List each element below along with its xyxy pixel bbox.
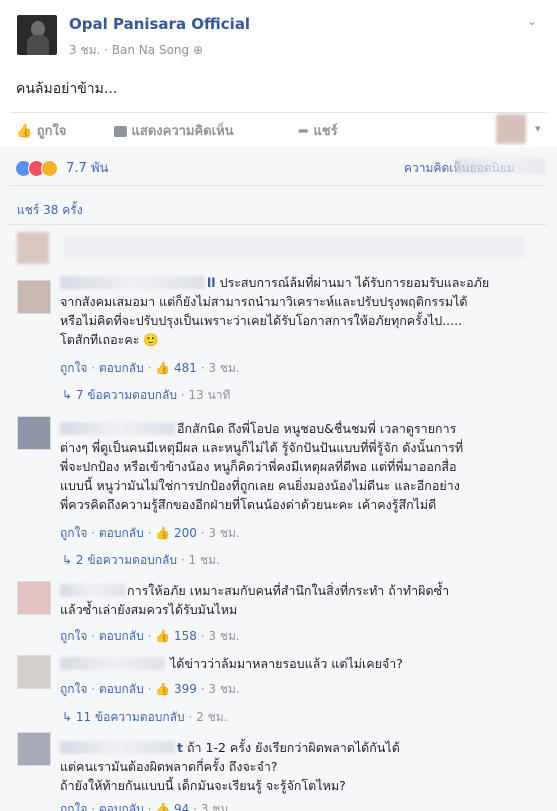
speech-bubble-icon — [114, 126, 127, 137]
thumbs-up-icon: 👍 — [16, 124, 33, 139]
share-arrow-icon: ➦ — [298, 124, 309, 139]
comment-text: ll ประสบการณ์ล้มที่ผ่านมา ได้รับการยอมรั… — [60, 275, 490, 347]
comment-like-button[interactable]: ถูกใจ — [60, 361, 87, 375]
reactions-summary[interactable]: 7.7 พัน — [15, 157, 108, 178]
avatar[interactable] — [17, 581, 51, 615]
reply-arrow-icon: ↳ — [62, 553, 73, 567]
chevron-down-icon[interactable]: ⌄ — [527, 14, 537, 28]
thumbs-up-icon: 👍 — [155, 682, 171, 696]
comment-input[interactable] — [64, 236, 524, 258]
comment-reply-button[interactable]: ตอบกลับ — [99, 682, 144, 696]
post-location[interactable]: Ban Na Song — [112, 43, 189, 57]
avatar — [17, 232, 49, 264]
comment-button[interactable]: แสดงความคิดเห็น — [114, 120, 234, 141]
comment-like-button[interactable]: ถูกใจ — [60, 526, 87, 540]
reply-arrow-icon: ↳ — [62, 388, 73, 402]
like-button[interactable]: 👍 ถูกใจ — [16, 120, 66, 141]
thumbs-up-icon: 👍 — [155, 629, 171, 643]
thumbs-up-icon: 👍 — [155, 361, 171, 375]
comment-text: การให้อภัย เหมาะสมกับคนที่สำนึกในสิ่งที่… — [60, 583, 450, 617]
view-replies-link[interactable]: ↳ 7 ข้อความตอบกลับ · 13 นาที — [62, 386, 230, 405]
avatar[interactable] — [17, 732, 51, 766]
view-replies-link[interactable]: ↳ 2 ข้อความตอบกลับ · 1 ชม. — [62, 551, 220, 570]
comment-like-button[interactable]: ถูกใจ — [60, 802, 87, 811]
comment-time[interactable]: 3 ชม. — [208, 361, 239, 375]
comment-actions: ถูกใจ · ตอบกลับ · 👍 158 · 3 ชม. — [60, 629, 240, 643]
comment-text: อีกสักนิด ถึงพี่โอปอ หนูชอบ&ชื่นชมพี่ เว… — [60, 421, 464, 512]
comment-like-count[interactable]: 94 — [174, 802, 189, 811]
divider — [10, 185, 547, 186]
comment-time[interactable]: 3 ชม. — [201, 802, 232, 811]
blurred-overlay — [455, 158, 545, 174]
comment-like-count[interactable]: 200 — [174, 526, 197, 540]
shares-count[interactable]: แชร์ 38 ครั้ง — [17, 201, 83, 220]
post-card: Opal Panisara Official 3 ชม. · Ban Na So… — [0, 0, 557, 811]
comment-text: t ถ้า 1-2 ครั้ง ยังเรียกว่าผิดพลาดได้กัน… — [60, 740, 400, 793]
comment-actions: ถูกใจ · ตอบกลับ · 👍 200 · 3 ชม. — [60, 526, 240, 540]
thumbs-up-icon: 👍 — [155, 802, 171, 811]
comment-like-button[interactable]: ถูกใจ — [60, 629, 87, 643]
comment-time[interactable]: 3 ชม. — [208, 526, 239, 540]
post-meta: 3 ชม. · Ban Na Song ⊕ — [69, 43, 204, 57]
post-time[interactable]: 3 ชม. — [69, 43, 100, 57]
thumbs-up-icon: 👍 — [155, 526, 171, 540]
chevron-down-icon[interactable]: ▾ — [535, 122, 541, 135]
reaction-count: 7.7 พัน — [66, 161, 109, 176]
reply-arrow-icon: ↳ — [62, 710, 73, 724]
wow-reaction-icon — [41, 160, 58, 177]
comment-actions: ถูกใจ · ตอบกลับ · 👍 481 · 3 ชม. — [60, 361, 240, 375]
comment-actions: ถูกใจ · ตอบกลับ · 👍 94 · 3 ชม. — [60, 800, 232, 811]
divider — [10, 224, 547, 225]
comment-reply-button[interactable]: ตอบกลับ — [99, 526, 144, 540]
comment-time[interactable]: 3 ชม. — [208, 629, 239, 643]
post-text: คนล้มอย่าข้าม... — [16, 81, 118, 97]
globe-icon: ⊕ — [192, 43, 204, 57]
avatar[interactable] — [496, 114, 526, 144]
comment-reply-button[interactable]: ตอบกลับ — [99, 361, 144, 375]
divider — [10, 112, 547, 113]
comment-time[interactable]: 3 ชม. — [208, 682, 239, 696]
comment-like-count[interactable]: 399 — [174, 682, 197, 696]
comment-reply-button[interactable]: ตอบกลับ — [99, 802, 144, 811]
avatar[interactable] — [17, 280, 51, 314]
comment-actions: ถูกใจ · ตอบกลับ · 👍 399 · 3 ชม. — [60, 682, 240, 696]
comment-reply-button[interactable]: ตอบกลับ — [99, 629, 144, 643]
share-button[interactable]: ➦ แชร์ — [298, 120, 338, 141]
avatar[interactable] — [17, 416, 51, 450]
comment-like-count[interactable]: 481 — [174, 361, 197, 375]
view-replies-link[interactable]: ↳ 11 ข้อความตอบกลับ · 2 ชม. — [62, 708, 227, 727]
comment-text: ได้ข่าวว่าล้มมาหลายรอบแล้ว แต่ไม่เคยจำ? — [170, 656, 403, 671]
comment-like-button[interactable]: ถูกใจ — [60, 682, 87, 696]
comment-like-count[interactable]: 158 — [174, 629, 197, 643]
avatar[interactable] — [17, 655, 51, 689]
page-avatar[interactable] — [17, 15, 57, 55]
page-name[interactable]: Opal Panisara Official — [69, 15, 250, 33]
